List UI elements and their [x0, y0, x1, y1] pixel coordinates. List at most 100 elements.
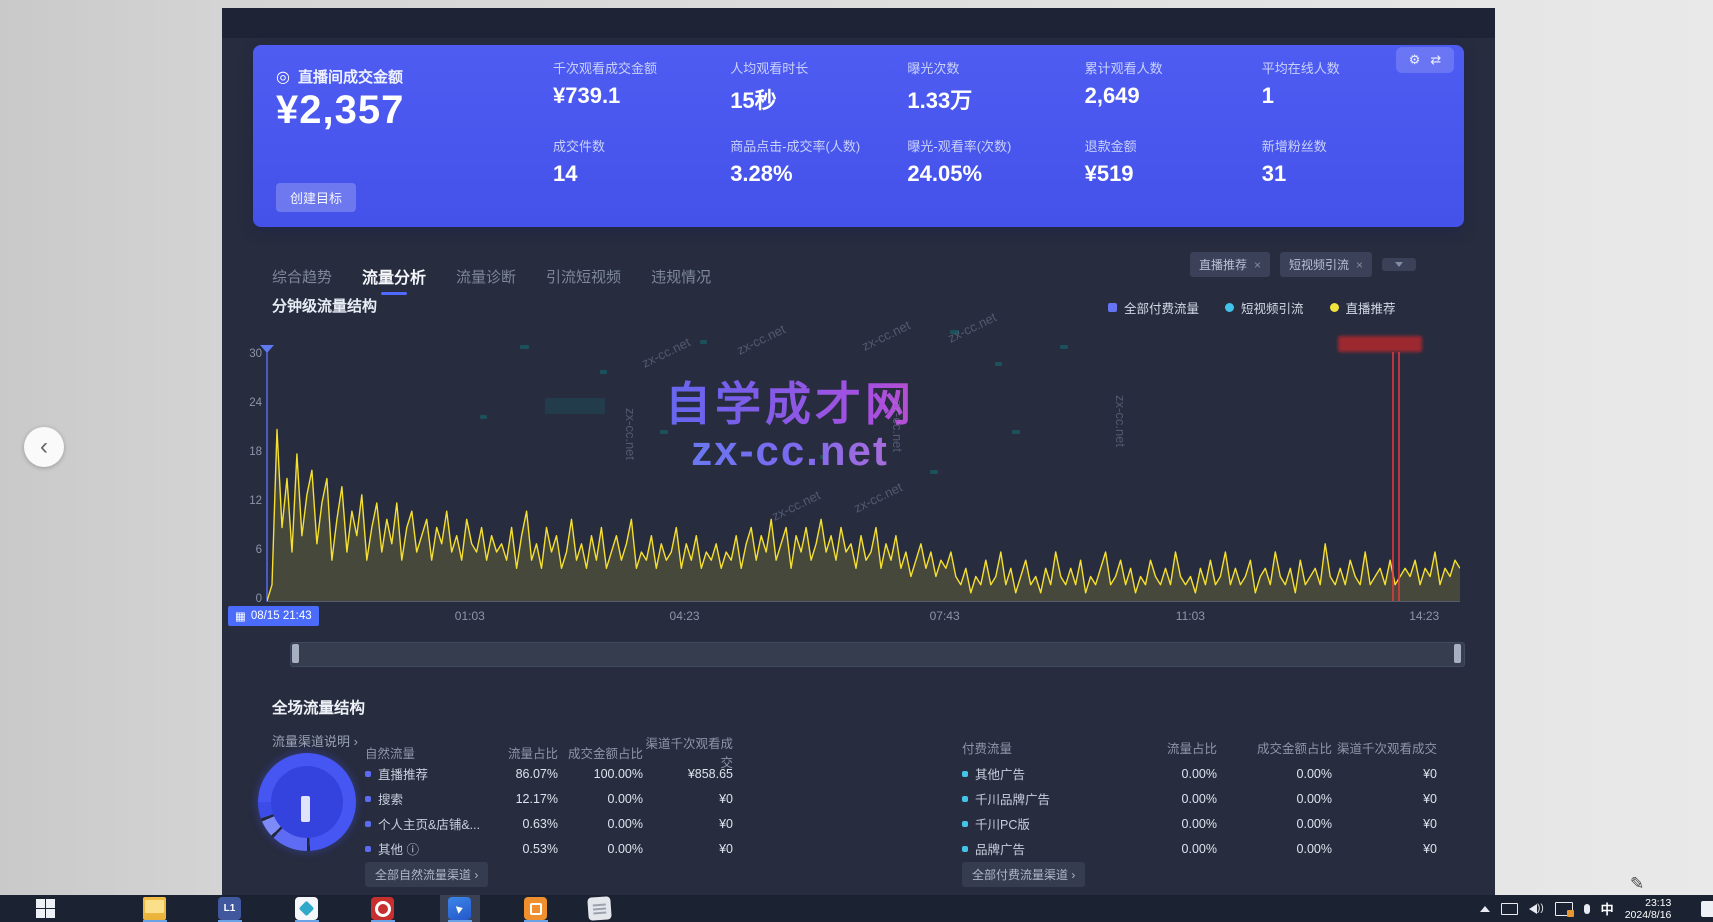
y-tick: 18 [232, 446, 262, 458]
x-tick: 04:23 [670, 609, 700, 623]
tab-short-video[interactable]: 引流短视频 [546, 266, 621, 287]
banner-title-label: 直播间成交金额 [298, 66, 403, 87]
series-dot [365, 821, 371, 827]
volume-icon[interactable]: )) [1529, 903, 1544, 914]
close-icon[interactable]: × [1254, 258, 1261, 272]
all-paid-channels-link[interactable]: 全部付费流量渠道 › [962, 862, 1085, 887]
notepad-app-icon[interactable] [587, 896, 612, 921]
filter-tag-short-video[interactable]: 短视频引流 × [1280, 252, 1372, 277]
table-row[interactable]: 品牌广告 0.00% 0.00% ¥0 [962, 836, 1437, 861]
column-header: 成交金额占比 [1217, 738, 1332, 757]
chevron-up-icon[interactable] [1480, 906, 1490, 912]
x-start-chip[interactable]: ▦ 08/15 21:43 [228, 606, 319, 626]
x-tick: 14:23 [1409, 609, 1439, 623]
artifact-speck [995, 362, 1002, 366]
table-row[interactable]: 个人主页&店铺&... 0.63% 0.00% ¥0 [365, 811, 733, 836]
y-tick: 12 [232, 495, 262, 507]
start-button[interactable] [36, 899, 55, 918]
clock[interactable]: 23:13 2024/8/16 [1625, 897, 1672, 921]
column-header: 付费流量 [962, 738, 1122, 757]
artifact-speck [545, 398, 605, 414]
metric-cell: 商品点击-成交率(人数)3.28% [730, 136, 907, 210]
column-header: 流量占比 [500, 743, 558, 762]
pointer-app-icon[interactable] [448, 897, 471, 920]
tab-overall-trend[interactable]: 综合趋势 [272, 266, 332, 287]
create-goal-button[interactable]: 创建目标 [276, 183, 356, 212]
filter-tag-row: 直播推荐 × 短视频引流 × [1190, 252, 1416, 277]
tab-violations[interactable]: 违规情况 [651, 266, 711, 287]
close-icon[interactable]: × [1356, 258, 1363, 272]
notification-icon[interactable]: 3 [1701, 901, 1713, 917]
red-o-app-icon[interactable] [371, 897, 394, 920]
metric-cell: 千次观看成交金额¥739.1 [553, 58, 730, 132]
artifact-speck [820, 455, 828, 459]
artifact-speck [700, 340, 707, 344]
series-dot [962, 821, 968, 827]
network-icon[interactable] [1501, 903, 1518, 915]
banner-title: ◎ 直播间成交金额 [276, 66, 403, 87]
desktop-screenshot: ◎ 直播间成交金额 ¥2,357 创建目标 ⚙ ⇄ 千次观看成交金额¥739.1… [0, 0, 1713, 922]
screenshot-icon[interactable] [1555, 902, 1573, 916]
docs-app-icon[interactable] [295, 897, 318, 920]
tab-traffic-diagnosis[interactable]: 流量诊断 [456, 266, 516, 287]
red-marker-line [1392, 352, 1394, 602]
metric-cell: 退款金额¥519 [1085, 136, 1262, 210]
metric-cell: 成交件数14 [553, 136, 730, 210]
y-tick: 30 [232, 348, 262, 360]
legend-swatch-2 [1330, 303, 1339, 312]
series-dot [962, 771, 968, 777]
target-icon: ◎ [276, 67, 290, 87]
artifact-speck [480, 415, 487, 419]
table-row[interactable]: 千川品牌广告 0.00% 0.00% ¥0 [962, 786, 1437, 811]
chart-range-slider[interactable] [290, 642, 1465, 667]
slider-handle-right[interactable] [1454, 644, 1461, 663]
column-header: 渠道千次观看成交 [643, 733, 733, 771]
carousel-prev-button[interactable]: ‹ [24, 427, 64, 467]
red-annotation-badge [1338, 336, 1422, 352]
tab-traffic-analysis[interactable]: 流量分析 [362, 264, 426, 288]
artifact-speck [950, 330, 959, 334]
artifact-speck [600, 370, 607, 374]
column-header: 渠道千次观看成交 [1332, 738, 1437, 757]
clock-time: 23:13 [1625, 897, 1672, 909]
artifact-speck [930, 470, 938, 474]
table-row[interactable]: 搜索 12.17% 0.00% ¥0 [365, 786, 733, 811]
l1-app-icon[interactable]: L1 [218, 897, 241, 920]
slider-handle-left[interactable] [292, 644, 299, 663]
legend-item-shortvideo[interactable]: 短视频引流 [1225, 298, 1304, 317]
channel-explain-link[interactable]: 流量渠道说明 › [272, 731, 358, 750]
microphone-icon[interactable] [1584, 904, 1590, 914]
series-dot [962, 846, 968, 852]
metrics-grid: 千次观看成交金额¥739.1 人均观看时长15秒 曝光次数1.33万 累计观看人… [553, 58, 1439, 210]
series-dot [962, 796, 968, 802]
traffic-line-chart [267, 356, 1460, 601]
artifact-speck [660, 430, 668, 434]
filter-dropdown-button[interactable] [1382, 258, 1416, 271]
filter-tag-live-recommend[interactable]: 直播推荐 × [1190, 252, 1270, 277]
x-tick: 01:03 [455, 609, 485, 623]
legend-item-paid[interactable]: 全部付费流量 [1108, 298, 1199, 317]
column-header: 成交金额占比 [558, 743, 643, 762]
pencil-icon[interactable]: ✎ [1630, 874, 1644, 894]
table-row[interactable]: 其他 ⓘ 0.53% 0.00% ¥0 [365, 836, 733, 861]
metric-cell: 平均在线人数1 [1262, 58, 1439, 132]
analysis-tabs: 综合趋势 流量分析 流量诊断 引流短视频 违规情况 [272, 262, 711, 290]
series-dot [365, 796, 371, 802]
paid-traffic-table: 付费流量 流量占比 成交金额占比 渠道千次观看成交 其他广告 0.00% 0.0… [962, 733, 1437, 861]
ime-indicator[interactable]: 中 [1601, 899, 1614, 918]
minute-chart-title: 分钟级流量结构 [272, 295, 377, 316]
all-natural-channels-link[interactable]: 全部自然流量渠道 › [365, 862, 488, 887]
y-tick: 0 [232, 593, 262, 605]
windows-taskbar [0, 895, 1713, 922]
orange-app-icon[interactable] [524, 897, 547, 920]
notepad-lines [593, 907, 606, 910]
o-logo [375, 901, 391, 917]
file-explorer-icon[interactable] [143, 897, 166, 920]
x-tick: 11:03 [1176, 609, 1205, 623]
pointer-logo [455, 904, 463, 914]
table-row[interactable]: 千川PC版 0.00% 0.00% ¥0 [962, 811, 1437, 836]
legend-item-liverec[interactable]: 直播推荐 [1330, 298, 1396, 317]
session-traffic-title: 全场流量结构 [272, 696, 365, 718]
legend-swatch-0 [1108, 303, 1117, 312]
table-row[interactable]: 其他广告 0.00% 0.00% ¥0 [962, 761, 1437, 786]
